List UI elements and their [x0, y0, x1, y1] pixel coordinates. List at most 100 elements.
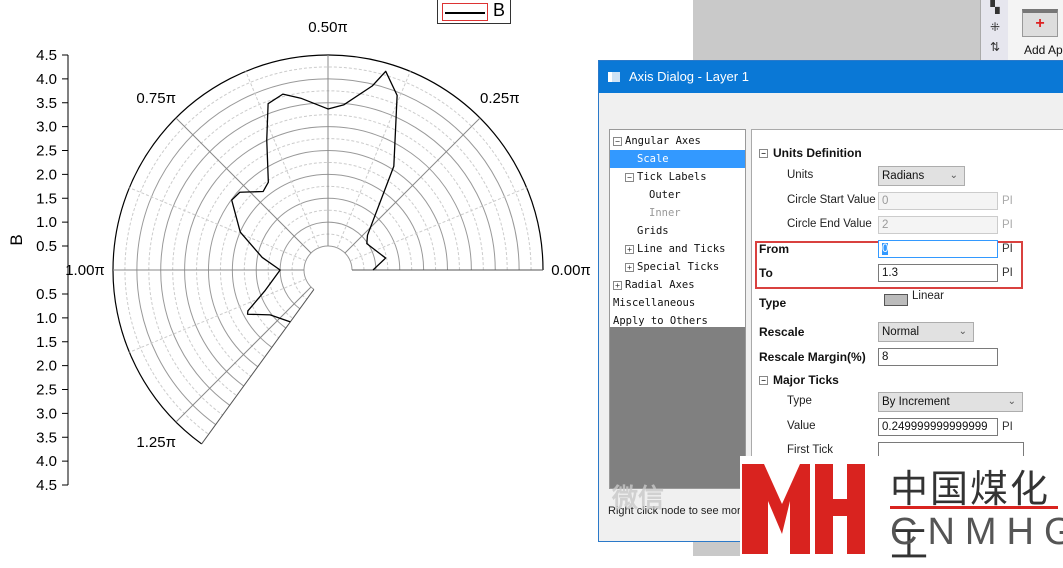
radial-tick-label: 1.5	[36, 334, 57, 351]
angle-tick-label: 0.50π	[308, 19, 348, 36]
radial-tick-label: 3.5	[36, 95, 57, 112]
legend[interactable]: B	[437, 0, 511, 24]
radial-tick-label: 0.5	[36, 286, 57, 303]
chevron-down-icon: ⌄	[1007, 396, 1016, 407]
tree-item[interactable]: Scale	[610, 150, 745, 168]
chevron-down-icon: ⌄	[958, 326, 967, 337]
y-axis-label: B	[7, 234, 26, 245]
pi-unit: PI	[1002, 267, 1013, 279]
from-field[interactable]: 0	[878, 240, 998, 258]
collapse-icon[interactable]: −	[759, 376, 768, 386]
polar-plot: 0.00π 0.25π 0.50π 0.75π 1.00π 1.25π 0.5 0.5 1.0 1…	[0, 0, 693, 556]
radial-tick-label: 1.0	[36, 214, 57, 231]
tree-item-label: Outer	[649, 189, 681, 201]
tree-item-label: Angular Axes	[625, 135, 701, 147]
expand-icon[interactable]: +	[613, 280, 622, 290]
add-app-button[interactable]: + Add Ap	[1008, 0, 1063, 62]
tree-item-label: Tick Labels	[637, 171, 707, 183]
tree-item[interactable]: Outer	[610, 186, 745, 204]
gear-plus-icon: +	[1022, 9, 1058, 37]
circle-end-field: 2	[878, 216, 998, 234]
angular-axis-end-line	[201, 289, 315, 445]
angle-tick-label: 0.25π	[480, 90, 520, 107]
tree-item-label: Grids	[637, 225, 669, 237]
angular-gridline	[175, 117, 312, 254]
tree-item-label: Special Ticks	[637, 261, 720, 273]
tree-item[interactable]: Grids	[610, 222, 745, 240]
major-ticks-value-label: Value	[787, 420, 816, 432]
tree-item-label: Inner	[649, 207, 681, 219]
dialog-titlebar[interactable]: Axis Dialog - Layer 1	[599, 61, 1063, 93]
rescale-select[interactable]: Normal ⌄	[878, 322, 974, 342]
tree-item[interactable]: Apply to Others	[610, 312, 745, 330]
radial-tick-label: 3.5	[36, 429, 57, 446]
collapse-icon[interactable]: −	[625, 172, 634, 182]
tree-item[interactable]: + Radial Axes	[610, 276, 745, 294]
swap-xy-tool-icon[interactable]: ⇅	[987, 40, 1003, 54]
angle-tick-label: 0.00π	[551, 262, 591, 279]
mh-logo-mark	[742, 464, 865, 554]
type-select[interactable]: Linear	[878, 288, 1063, 312]
radial-tick-label: 2.0	[36, 358, 57, 375]
pi-unit: PI	[1002, 421, 1013, 433]
radial-tick-label: 4.0	[36, 71, 57, 88]
tree-item-label: Apply to Others	[613, 315, 708, 327]
pi-unit: PI	[1002, 219, 1013, 231]
radial-tick-label: 3.0	[36, 405, 57, 422]
major-ticks-value-field[interactable]: 0.249999999999999	[878, 418, 998, 436]
rescale-label: Rescale	[759, 325, 805, 339]
legend-line-swatch	[442, 3, 488, 21]
radial-tick-label: 4.5	[36, 477, 57, 494]
to-field[interactable]: 1.3	[878, 264, 998, 282]
window-icon	[608, 72, 620, 82]
radial-tick-label: 4.0	[36, 453, 57, 470]
logo-divider	[890, 506, 1058, 509]
tree-item[interactable]: + Line and Ticks	[610, 240, 745, 258]
expand-icon[interactable]: +	[625, 244, 634, 254]
units-select[interactable]: Radians ⌄	[878, 166, 965, 186]
to-label: To	[759, 266, 773, 280]
tree-item[interactable]: − Angular Axes	[610, 132, 745, 150]
settings-tree[interactable]: − Angular Axes Scale − Tick Labels Outer Inner…	[609, 129, 746, 489]
tree-item-label: Line and Ticks	[637, 243, 726, 255]
angular-gridline	[344, 117, 481, 254]
radial-tick-label: 4.5	[36, 47, 57, 64]
tree-item-label: Radial Axes	[625, 279, 695, 291]
circle-end-label: Circle End Value	[787, 218, 872, 230]
axis-scatter-tool-icon[interactable]: ⁜	[987, 20, 1003, 34]
collapse-icon[interactable]: −	[613, 136, 622, 146]
angle-tick-label: 0.75π	[136, 90, 176, 107]
angle-tick-label: 1.25π	[136, 434, 176, 451]
pattern-tool-icon[interactable]: ▚	[987, 0, 1003, 14]
radial-tick-label: 1.5	[36, 190, 57, 207]
dialog-title: Axis Dialog - Layer 1	[629, 69, 749, 84]
add-app-label: Add Ap	[1024, 43, 1063, 57]
pi-unit: PI	[1002, 243, 1013, 255]
tree-item[interactable]: + Special Ticks	[610, 258, 745, 276]
tree-item[interactable]: Miscellaneous	[610, 294, 745, 312]
tree-item-label: Miscellaneous	[613, 297, 696, 309]
radial-tick-label: 2.0	[36, 166, 57, 183]
rescale-margin-field[interactable]: 8	[878, 348, 998, 366]
expand-icon[interactable]: +	[625, 262, 634, 272]
radial-tick-label: 2.5	[36, 143, 57, 160]
linear-scale-icon	[884, 294, 908, 306]
legend-label: B	[493, 0, 506, 20]
units-definition-section[interactable]: − Units Definition	[759, 146, 862, 160]
radial-tick-label: 2.5	[36, 382, 57, 399]
from-label: From	[759, 242, 789, 256]
units-label: Units	[787, 169, 814, 181]
major-ticks-type-select[interactable]: By Increment ⌄	[878, 392, 1023, 412]
collapse-icon[interactable]: −	[759, 149, 768, 159]
tree-item[interactable]: Inner	[610, 204, 745, 222]
angular-gridline	[175, 286, 312, 423]
major-ticks-section[interactable]: − Major Ticks	[759, 373, 839, 387]
tree-item-label: Scale	[637, 153, 669, 165]
circle-start-field: 0	[878, 192, 998, 210]
tree-item[interactable]: − Tick Labels	[610, 168, 745, 186]
toolbar-strip: ▚ ⁜ ⇅	[980, 0, 1008, 62]
radial-tick-label: 0.5	[36, 238, 57, 255]
radial-tick-label: 1.0	[36, 310, 57, 327]
logo-english-text: CNMHG	[890, 511, 1063, 553]
first-tick-label: First Tick	[787, 444, 833, 456]
